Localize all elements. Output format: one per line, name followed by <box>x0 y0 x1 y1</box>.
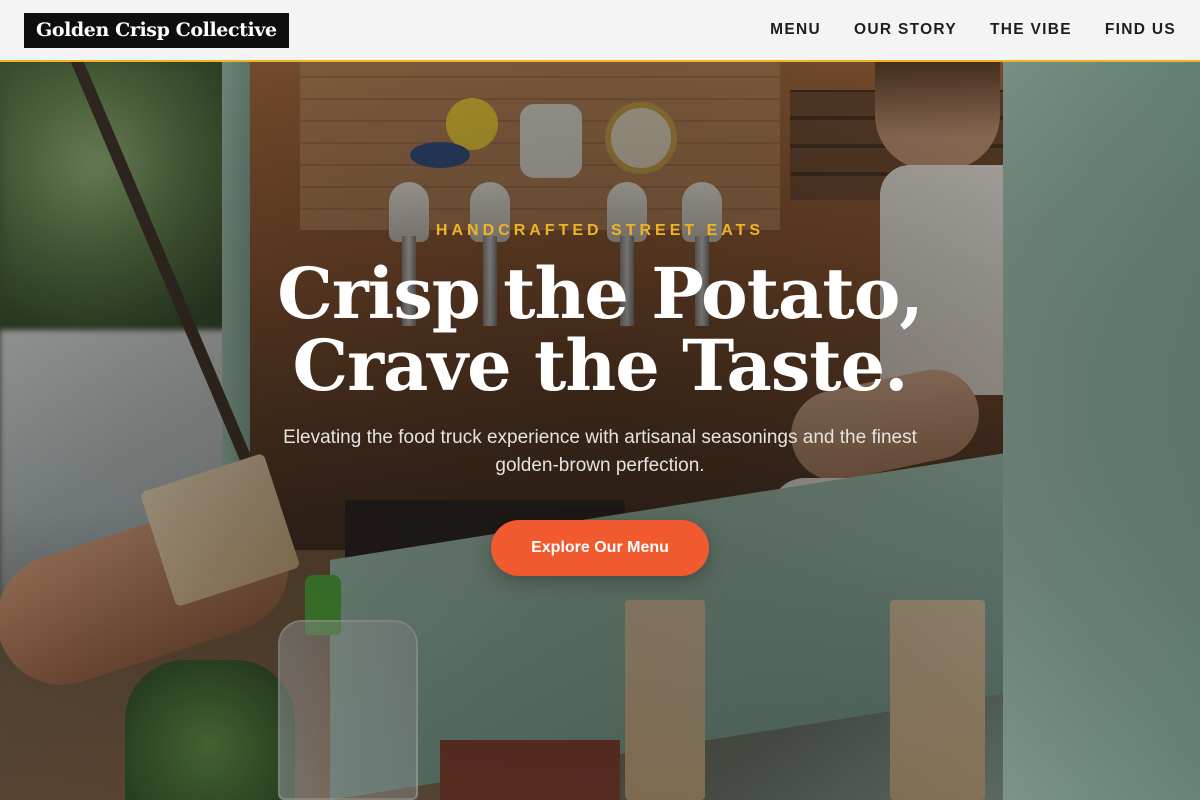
nav-links: MENU OUR STORY THE VIBE FIND US <box>770 21 1176 39</box>
hero-content: HANDCRAFTED STREET EATS Crisp the Potato… <box>0 222 1200 576</box>
nav-link-the-vibe[interactable]: THE VIBE <box>990 21 1072 39</box>
nav-link-find-us[interactable]: FIND US <box>1105 21 1176 39</box>
hero-eyebrow: HANDCRAFTED STREET EATS <box>435 222 765 239</box>
hero-subheading: Elevating the food truck experience with… <box>283 427 917 476</box>
explore-menu-button[interactable]: Explore Our Menu <box>491 520 709 576</box>
hero-headline-line-2: Crave the Taste. <box>292 324 908 407</box>
nav-link-our-story[interactable]: OUR STORY <box>854 21 957 39</box>
hero-headline-line-1: Crisp the Potato, <box>277 252 924 335</box>
nav-link-menu[interactable]: MENU <box>770 21 821 39</box>
top-navbar: Golden Crisp Collective MENU OUR STORY T… <box>0 0 1200 62</box>
hero-headline: Crisp the Potato, Crave the Taste. <box>0 258 1200 402</box>
brand-logo[interactable]: Golden Crisp Collective <box>24 12 289 48</box>
